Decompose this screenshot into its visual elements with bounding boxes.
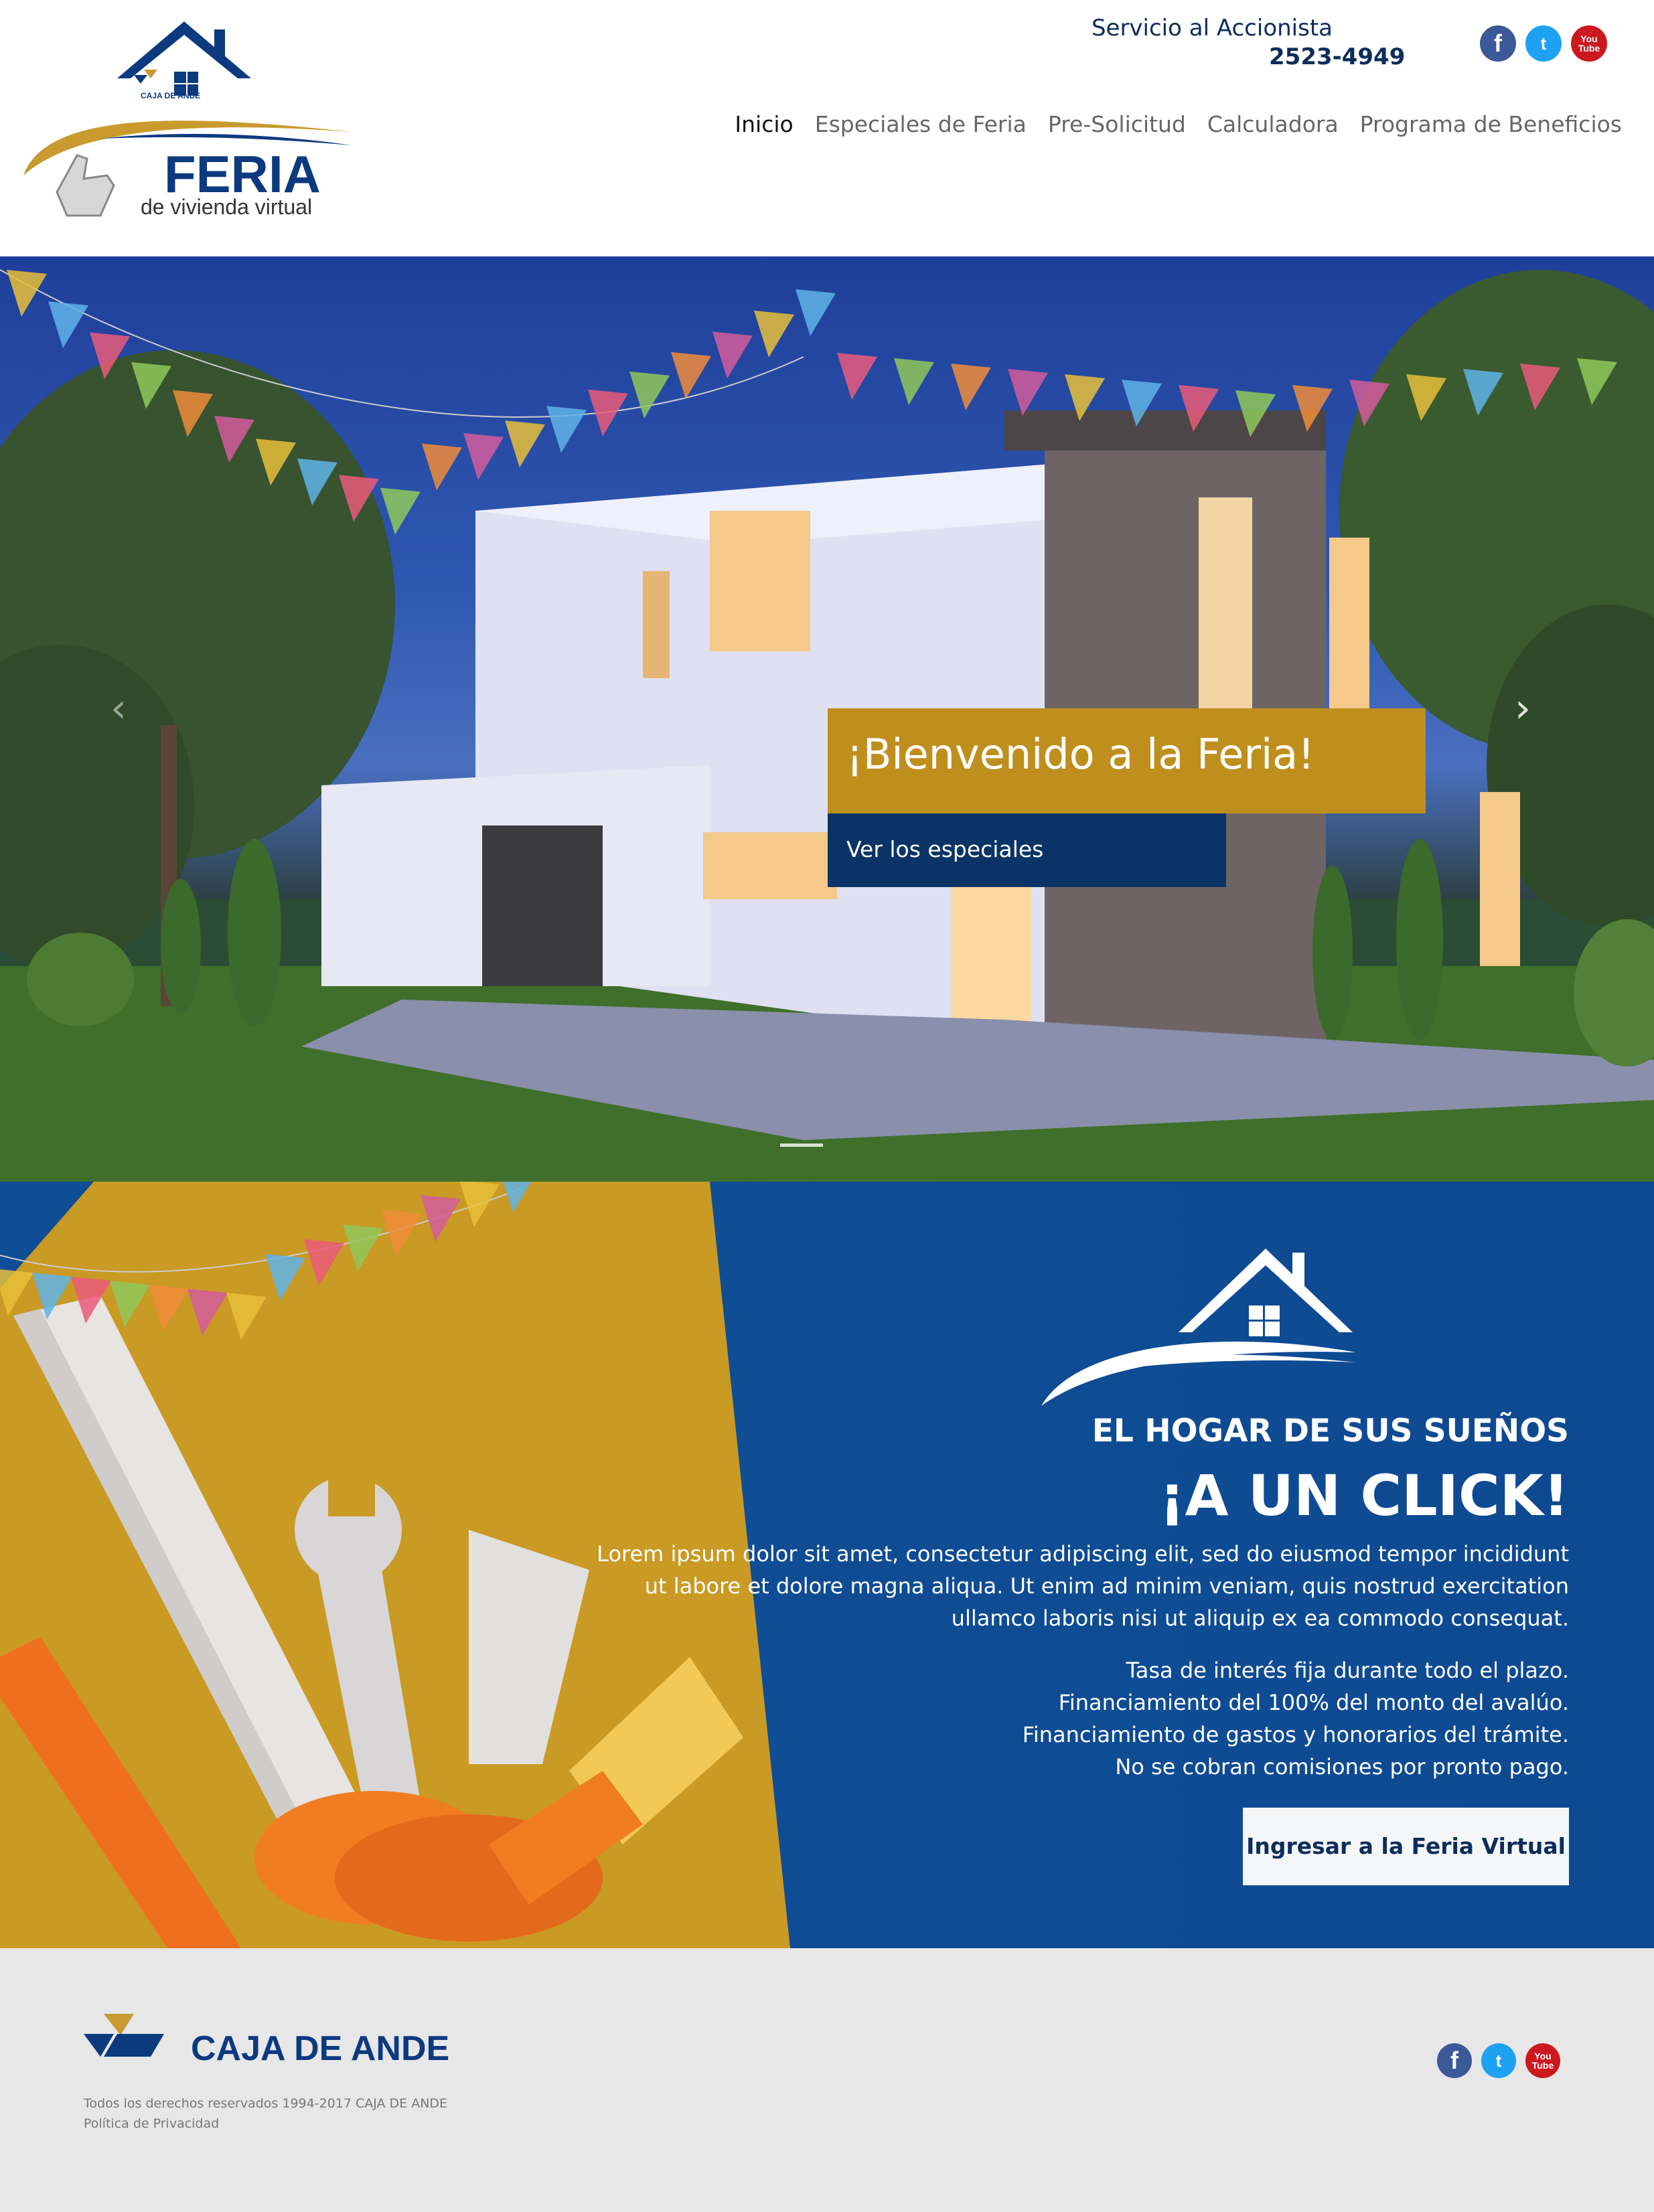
- youtube-icon[interactable]: You Tube: [1571, 25, 1607, 62]
- promo-feature-item: Tasa de interés fija durante todo el pla…: [1126, 1658, 1569, 1683]
- bunting-flag: [837, 353, 877, 400]
- bunting-flag: [712, 331, 753, 379]
- facebook-icon[interactable]: f: [1437, 2043, 1472, 2078]
- bunting-flag: [380, 487, 421, 535]
- ingresar-feria-button[interactable]: Ingresar a la Feria Virtual: [1243, 1808, 1569, 1885]
- feria-logo[interactable]: CAJA DE ANDE FERIA de vivienda virtual: [20, 15, 355, 242]
- bunting-flag: [463, 432, 504, 480]
- main-nav: Inicio Especiales de Feria Pre-Solicitud…: [735, 111, 1622, 137]
- nav-programa-de-beneficios[interactable]: Programa de Beneficios: [1360, 111, 1622, 137]
- carousel-indicator[interactable]: [780, 1143, 823, 1147]
- youtube-icon[interactable]: You Tube: [1525, 2043, 1560, 2078]
- promo-subtitle: EL HOGAR DE SUS SUEÑOS: [1092, 1413, 1569, 1449]
- twitter-icon[interactable]: t: [1481, 2043, 1516, 2078]
- nav-especiales-de-feria[interactable]: Especiales de Feria: [815, 111, 1027, 137]
- youtube-icon-text-bottom: Tube: [1578, 43, 1600, 54]
- service-label: Servicio al Accionista: [1091, 15, 1333, 42]
- promo-body: Lorem ipsum dolor sit amet, consectetur …: [498, 1538, 1569, 1783]
- house-logo-icon: [1041, 1249, 1356, 1406]
- bunting-flag: [1008, 369, 1048, 416]
- bunting-flag: [546, 406, 587, 453]
- social-links-header: f t You Tube: [1480, 25, 1607, 62]
- site-footer: CAJA DE ANDE Todos los derechos reservad…: [0, 1948, 1654, 2212]
- bunting-flag: [894, 358, 934, 405]
- nav-pre-solicitud[interactable]: Pre-Solicitud: [1048, 111, 1186, 137]
- bunting-flag: [754, 310, 794, 358]
- logo-brand-text: CAJA DE ANDE: [141, 91, 200, 100]
- social-links-footer: f t You Tube: [1437, 2043, 1560, 2078]
- copyright-text: Todos los derechos reservados 1994-2017 …: [84, 2096, 448, 2111]
- ver-especiales-button[interactable]: Ver los especiales: [828, 813, 1226, 887]
- logo-subtitle: de vivienda virtual: [141, 195, 312, 219]
- privacy-link[interactable]: Política de Privacidad: [84, 2116, 219, 2131]
- youtube-icon-text-top: You: [1580, 33, 1598, 44]
- bunting-flag: [48, 301, 88, 349]
- hero-carousel: ‹ › ¡Bienvenido a la Feria! Ver los espe…: [0, 256, 1654, 1182]
- bunting-flag: [422, 443, 462, 491]
- hero-title: ¡Bienvenido a la Feria!: [828, 708, 1426, 813]
- promo-feature-list: Tasa de interés fija durante todo el pla…: [498, 1654, 1569, 1783]
- bunting-flag: [671, 351, 711, 399]
- promo-headline: ¡A UN CLICK!: [1159, 1463, 1569, 1528]
- bunting-flag: [951, 364, 991, 410]
- promo-feature-item: Financiamiento del 100% del monto del av…: [1058, 1690, 1569, 1715]
- youtube-icon-text-top: You: [1534, 2051, 1552, 2061]
- carousel-prev-icon[interactable]: ‹: [110, 685, 127, 732]
- promo-body-line: Lorem ipsum dolor sit amet, consectetur …: [597, 1541, 1569, 1567]
- carousel-next-icon[interactable]: ›: [1515, 685, 1531, 732]
- footer-brand-text: CAJA DE ANDE: [191, 2029, 449, 2068]
- youtube-icon-text-bottom: Tube: [1531, 2060, 1554, 2071]
- nav-calculadora[interactable]: Calculadora: [1207, 111, 1339, 137]
- promo-body-line: ut labore et dolore magna aliqua. Ut eni…: [644, 1573, 1569, 1599]
- promo-body-line: ullamco laboris nisi ut aliquip ex ea co…: [951, 1605, 1569, 1631]
- facebook-icon[interactable]: f: [1480, 25, 1516, 62]
- bunting-flag: [7, 270, 47, 317]
- promo-feature-item: Financiamiento de gastos y honorarios de…: [1022, 1722, 1569, 1747]
- promo-section: EL HOGAR DE SUS SUEÑOS ¡A UN CLICK! Lore…: [0, 1182, 1654, 1948]
- promo-feature-item: No se cobran comisiones por pronto pago.: [1115, 1754, 1569, 1780]
- bunting-flag: [796, 289, 836, 336]
- bunting-flag: [505, 420, 545, 468]
- footer-copyright: Todos los derechos reservados 1994-2017 …: [84, 2094, 447, 2134]
- site-header: CAJA DE ANDE FERIA de vivienda virtual S…: [0, 0, 1654, 256]
- bunting-flag: [629, 371, 670, 418]
- nav-inicio[interactable]: Inicio: [735, 111, 793, 137]
- twitter-icon[interactable]: t: [1525, 25, 1562, 62]
- service-phone[interactable]: 2523-4949: [1269, 44, 1405, 70]
- caja-de-ande-logo[interactable]: CAJA DE ANDE: [84, 2010, 459, 2070]
